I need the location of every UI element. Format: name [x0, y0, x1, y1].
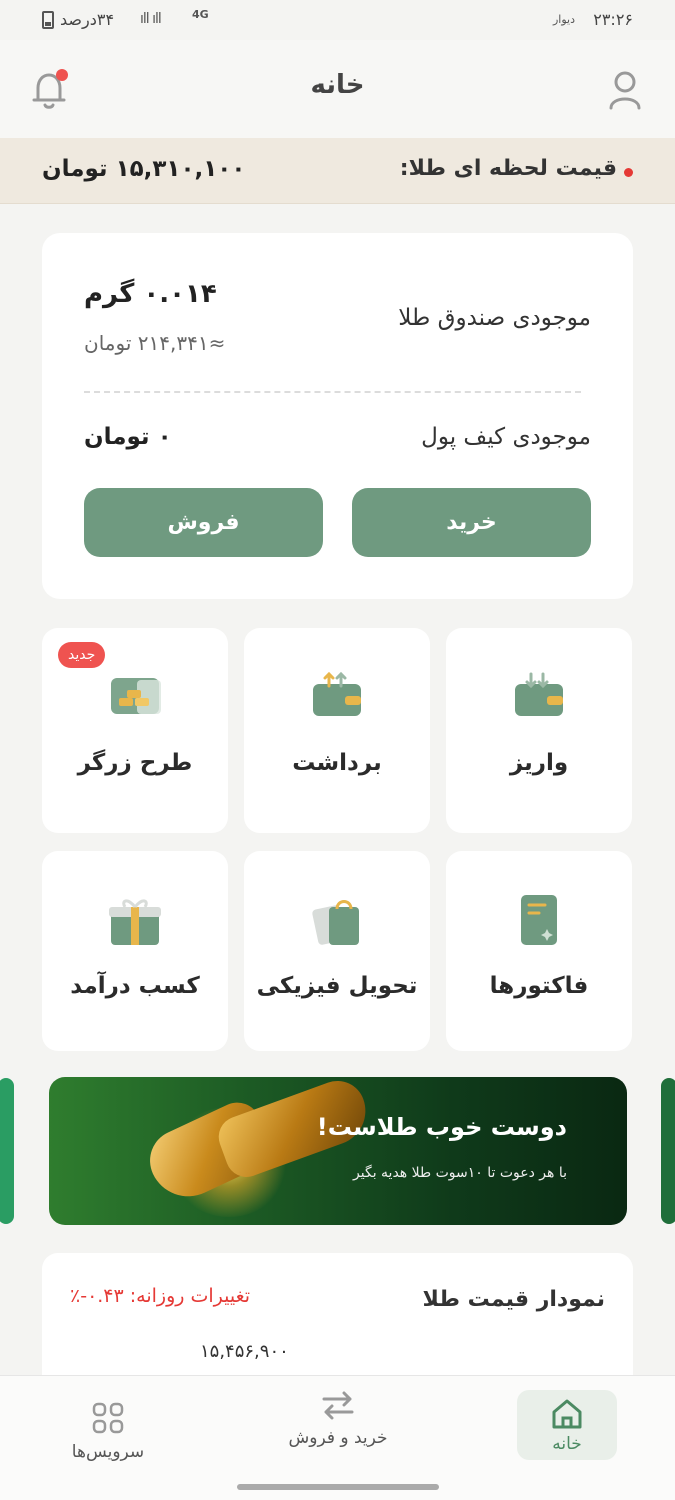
gold-price-chart-card: نمودار قیمت طلا تغییرات روزانه: ۰.۴۳-٪ ۱…: [42, 1253, 633, 1383]
service-label: تحویل فیزیکی: [256, 973, 418, 999]
grid-icon: [92, 1402, 124, 1434]
notification-bell-icon[interactable]: [28, 68, 72, 112]
gift-icon: [107, 893, 163, 945]
carousel-prev-peek[interactable]: [0, 1078, 14, 1224]
nav-services-label: سرویس‌ها: [71, 1442, 145, 1462]
home-indicator[interactable]: [237, 1484, 439, 1490]
banner-subtitle: با هر دعوت تا ۱۰سوت طلا هدیه بگیر: [353, 1165, 567, 1181]
gold-fund-balance-value: ۰.۰۱۴ گرم: [84, 279, 217, 309]
shopping-bag-icon: [309, 893, 365, 945]
nav-home-label: خانه: [552, 1434, 582, 1454]
banner-title: دوست خوب طلاست!: [316, 1113, 567, 1141]
deposit-wallet-icon: [511, 670, 567, 720]
nav-trade-label: خرید و فروش: [288, 1428, 388, 1448]
page-title: خانه: [310, 70, 365, 100]
swap-arrows-icon: [322, 1391, 354, 1420]
service-label: طرح زرگر: [77, 750, 193, 776]
nav-trade[interactable]: خرید و فروش: [288, 1390, 388, 1448]
referral-banner[interactable]: دوست خوب طلاست! با هر دعوت تا ۱۰سوت طلا …: [49, 1077, 627, 1225]
service-tile-zargar-plan[interactable]: جدید طرح زرگر: [42, 628, 228, 833]
live-gold-price-bar: قیمت لحظه ای طلا: ۱۵,۳۱۰,۱۰۰ تومان: [0, 138, 675, 204]
chart-price-value: ۱۵,۴۵۶,۹۰۰: [200, 1341, 289, 1362]
gold-bars-icon: [107, 670, 163, 720]
chart-title: نمودار قیمت طلا: [422, 1287, 605, 1312]
service-label: واریز: [509, 750, 569, 776]
service-tile-deposit[interactable]: واریز: [446, 628, 632, 833]
balance-card: موجودی صندوق طلا ۰.۰۱۴ گرم ≈۲۱۴,۳۴۱ توما…: [42, 233, 633, 599]
service-label: فاکتورها: [489, 973, 589, 999]
service-label: برداشت: [292, 750, 382, 776]
app-header: خانه: [0, 40, 675, 138]
wallet-balance-label: موجودی کیف پول: [421, 424, 591, 450]
carousel-next-peek[interactable]: [661, 1078, 675, 1224]
bottom-navigation: خانه خرید و فروش سرویس‌ها: [0, 1375, 675, 1500]
live-price-value: ۱۵,۳۱۰,۱۰۰ تومان: [42, 156, 246, 182]
battery-icon: [42, 11, 54, 29]
daily-change: تغییرات روزانه: ۰.۴۳-٪: [70, 1285, 251, 1307]
sell-button[interactable]: فروش: [84, 488, 323, 557]
live-price-label-text: قیمت لحظه ای طلا:: [399, 156, 617, 181]
service-tile-physical-delivery[interactable]: تحویل فیزیکی: [244, 851, 430, 1051]
invoice-icon: [511, 893, 567, 945]
network-type: 4G: [192, 8, 209, 21]
live-price-label: قیمت لحظه ای طلا:: [400, 156, 633, 181]
withdraw-wallet-icon: [309, 670, 365, 720]
signal-icon: ıll ıll: [140, 11, 162, 27]
nav-home[interactable]: خانه: [517, 1390, 617, 1460]
status-bar: ۲۳:۲۶ دیوار ۳۴درصد ıll ıll 4G: [0, 0, 675, 40]
buy-button[interactable]: خرید: [352, 488, 591, 557]
status-carrier: دیوار: [552, 13, 575, 26]
gold-fund-balance-toman: ≈۲۱۴,۳۴۱ تومان: [84, 331, 226, 355]
home-icon: [552, 1399, 582, 1429]
service-tile-withdraw[interactable]: برداشت: [244, 628, 430, 833]
divider: [84, 391, 581, 393]
service-label: کسب درآمد: [70, 973, 200, 999]
service-tile-invoices[interactable]: فاکتورها: [446, 851, 632, 1051]
battery-percent: ۳۴درصد: [60, 10, 115, 29]
service-tile-earn-income[interactable]: کسب درآمد: [42, 851, 228, 1051]
gold-fund-balance-label: موجودی صندوق طلا: [398, 305, 591, 331]
nav-services[interactable]: سرویس‌ها: [58, 1390, 158, 1462]
wallet-balance-value: ۰ تومان: [84, 424, 172, 450]
new-badge: جدید: [58, 642, 106, 668]
status-time: ۲۳:۲۶: [593, 10, 633, 29]
